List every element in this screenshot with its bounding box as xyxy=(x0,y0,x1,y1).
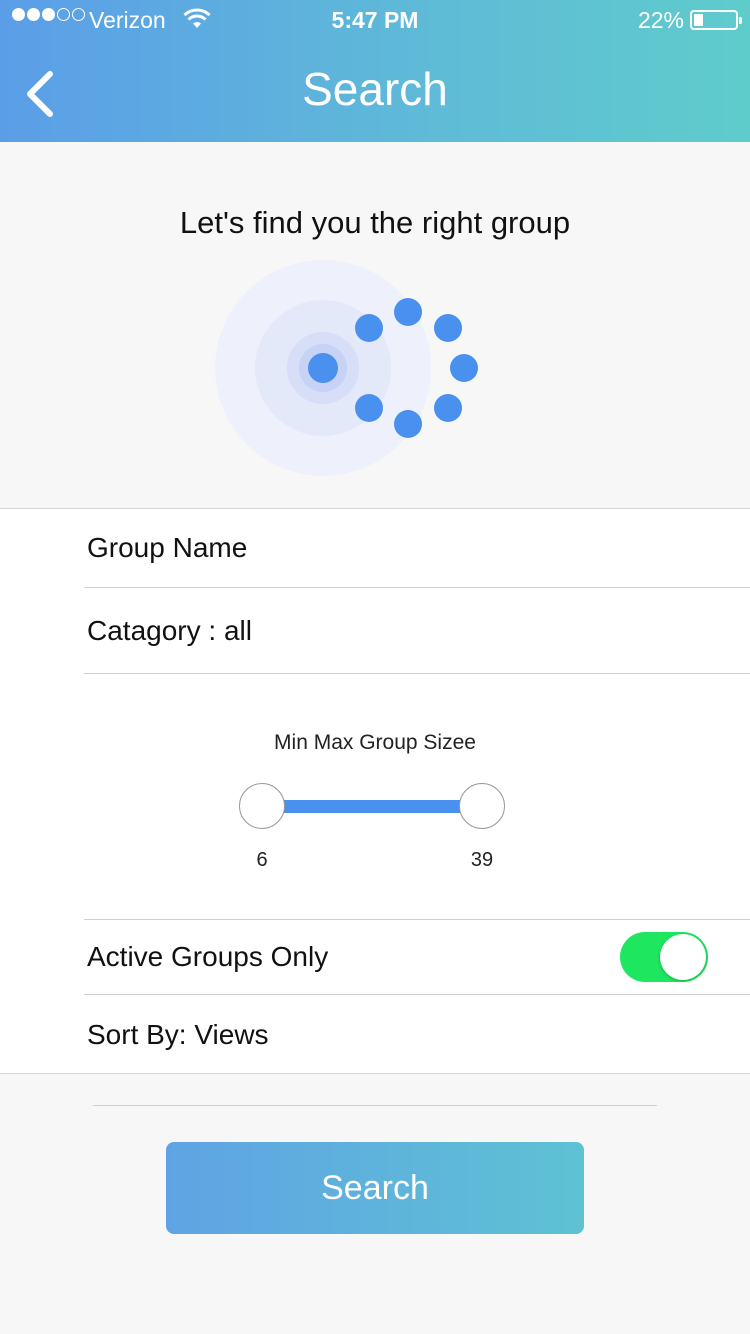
header-bar: Verizon 5:47 PM 22% Search xyxy=(0,0,750,142)
page-title: Search xyxy=(302,63,448,115)
min-size-handle[interactable] xyxy=(239,783,285,829)
category-selector[interactable]: Catagory : all xyxy=(84,588,750,674)
battery-percent: 22% xyxy=(637,7,684,33)
hero-text: Let's find you the right group xyxy=(179,205,571,240)
toggle-knob xyxy=(660,934,706,980)
search-form: Group Name Catagory : all Min Max Group … xyxy=(0,508,750,1074)
group-size-slider-track[interactable] xyxy=(262,800,482,813)
group-name-label: Group Name xyxy=(87,532,248,563)
status-bar: Verizon 5:47 PM 22% xyxy=(0,0,750,40)
max-size-value: 39 xyxy=(470,849,494,871)
divider xyxy=(93,1105,657,1106)
active-groups-label: Active Groups Only xyxy=(87,941,329,972)
active-groups-toggle[interactable] xyxy=(620,932,708,982)
category-label: Catagory : all xyxy=(87,614,252,646)
group-size-slider-label: Min Max Group Sizee xyxy=(274,731,476,754)
battery-icon xyxy=(690,10,742,30)
radar-icon xyxy=(210,255,500,485)
group-name-field[interactable]: Group Name xyxy=(84,509,750,588)
sort-by-label: Sort By: Views xyxy=(87,1019,269,1050)
search-button[interactable]: Search xyxy=(166,1142,584,1234)
active-groups-row: Active Groups Only xyxy=(84,919,750,995)
min-size-value: 6 xyxy=(256,849,268,871)
max-size-handle[interactable] xyxy=(459,783,505,829)
sort-by-selector[interactable]: Sort By: Views xyxy=(84,995,750,1075)
